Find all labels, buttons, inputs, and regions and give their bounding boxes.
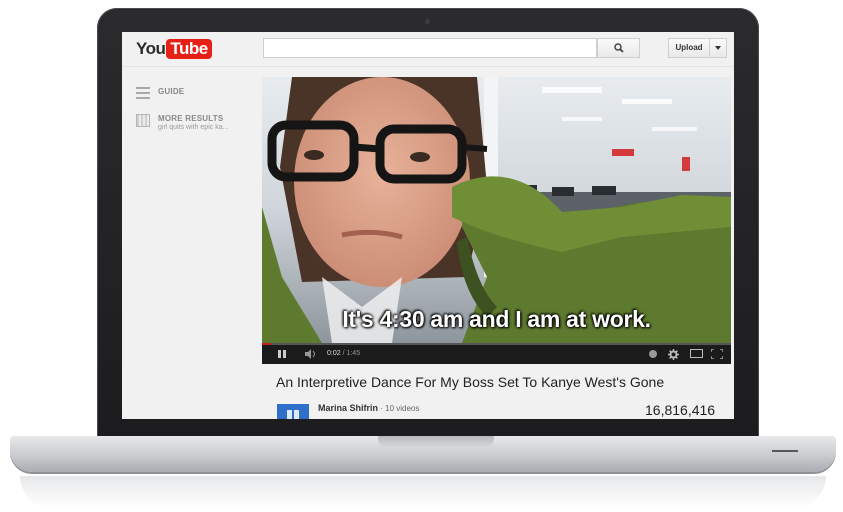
volume-icon[interactable]: [304, 349, 318, 359]
logo-you-text: You: [136, 39, 166, 58]
search-icon: [614, 43, 624, 53]
time-display: 0:02 / 1:45: [327, 350, 360, 357]
annotations-icon[interactable]: [648, 349, 658, 359]
channel-name-link[interactable]: Marina Shifrin: [318, 403, 378, 413]
channel-video-count[interactable]: 10 videos: [385, 404, 419, 413]
pause-icon[interactable]: [277, 349, 287, 359]
guide-item[interactable]: GUIDE: [136, 87, 184, 99]
laptop-base: [10, 436, 836, 472]
current-time: 0:02: [327, 350, 341, 357]
more-results-label: MORE RESULTS: [158, 114, 224, 123]
upload-button[interactable]: Upload: [668, 38, 710, 58]
thumbnail-icon: [136, 114, 150, 127]
more-results-query: girl quits with epic ka...: [158, 124, 229, 131]
settings-gear-icon[interactable]: [668, 349, 679, 360]
laptop-indicator: [772, 450, 798, 452]
laptop-reflection: [20, 476, 826, 508]
channel-avatar[interactable]: [277, 404, 309, 419]
laptop-hinge-notch: [378, 436, 494, 448]
video-subtitle: It's 4:30 am and I am at work.: [342, 306, 651, 332]
video-title: An Interpretive Dance For My Boss Set To…: [276, 374, 665, 390]
player-controls: 0:02 / 1:45: [262, 343, 731, 364]
fullscreen-icon[interactable]: [711, 349, 723, 359]
theater-mode-icon[interactable]: [690, 349, 703, 358]
video-player[interactable]: It's 4:30 am and I am at work. 0:02 / 1:…: [262, 77, 731, 364]
search-input[interactable]: [263, 38, 597, 58]
duration: 1:45: [346, 350, 361, 357]
progress-fill: [262, 343, 272, 345]
view-count: 16,816,416: [645, 402, 716, 418]
upload-dropdown-button[interactable]: [709, 38, 727, 58]
progress-bar[interactable]: [262, 343, 731, 345]
youtube-logo[interactable]: You Tube: [136, 39, 212, 59]
search-button[interactable]: [597, 38, 640, 58]
logo-tube-text: Tube: [166, 39, 212, 59]
webcam: [425, 19, 430, 24]
laptop-screen: You Tube Upload GUIDE MORE RESULTS girl …: [122, 32, 734, 419]
video-frame[interactable]: [262, 77, 731, 343]
menu-icon: [136, 87, 150, 99]
youtube-header: You Tube Upload: [122, 32, 734, 67]
more-results-item[interactable]: MORE RESULTS girl quits with epic ka...: [136, 114, 228, 131]
channel-info: Marina Shifrin · 10 videos: [318, 403, 419, 413]
guide-label: GUIDE: [158, 87, 185, 96]
